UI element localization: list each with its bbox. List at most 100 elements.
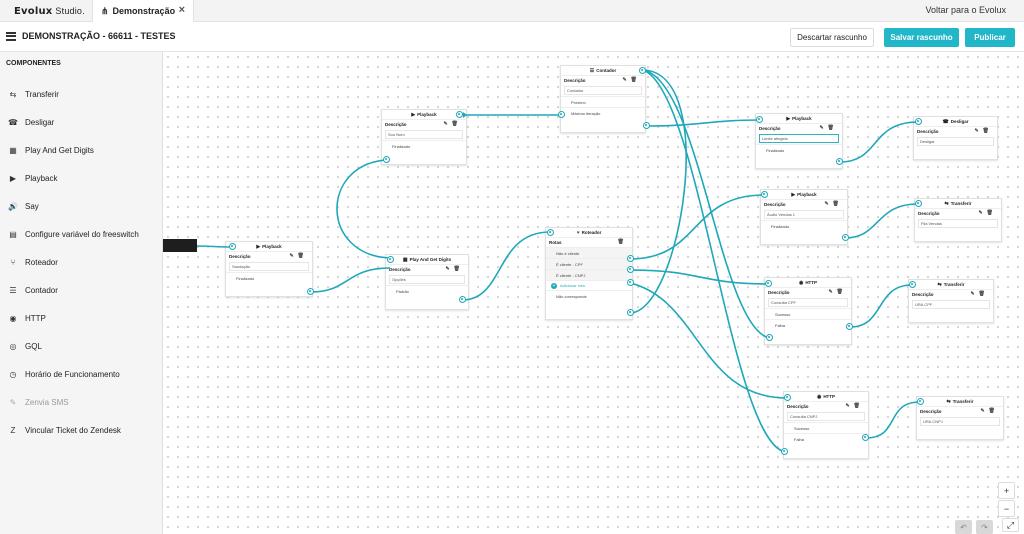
input-port[interactable] (639, 67, 646, 74)
node-description-field[interactable]: Contador (564, 86, 642, 95)
evolux-logo[interactable]: Evolux Studio. (0, 0, 90, 22)
edit-icon[interactable]: ✎ (622, 77, 630, 83)
edit-icon[interactable]: ✎ (978, 210, 986, 216)
input-port[interactable] (547, 229, 554, 236)
node-description-field[interactable]: Saudação (229, 262, 309, 271)
zoom-out-button[interactable]: − (998, 500, 1015, 517)
output-port[interactable] (627, 279, 634, 286)
trash-icon[interactable]: 🗑 (854, 403, 864, 409)
tab-demonstracao[interactable]: ⋔ Demonstração × (92, 0, 194, 22)
edit-icon[interactable]: ✎ (980, 408, 988, 414)
route-item[interactable]: É cliente - CNPJ (546, 269, 632, 280)
redo-button[interactable]: ↷ (976, 520, 993, 534)
output-port[interactable] (842, 234, 849, 241)
sidebar-item-configure-variavel[interactable]: ▤ Configure variável do freeswitch (0, 225, 163, 243)
edit-icon[interactable]: ✎ (819, 125, 827, 131)
input-port[interactable] (765, 280, 772, 287)
node-description-field[interactable]: URA CNPJ (920, 417, 1000, 426)
input-port[interactable] (915, 118, 922, 125)
node-http-cnpj[interactable]: ◉ HTTP Descrição ✎🗑 Consulta CNPJ Sucesso … (783, 391, 869, 459)
route-item[interactable]: É cliente - CPF (546, 258, 632, 269)
output-port[interactable] (846, 323, 853, 330)
node-description-field[interactable]: Limite atingido (759, 134, 839, 143)
edit-icon[interactable]: ✎ (445, 266, 453, 272)
node-roteador[interactable]: ⑂ Roteador Rotas 🗑 Não é cliente É cliente… (545, 227, 633, 320)
sidebar-item-playback[interactable]: ▶ Playback (0, 169, 163, 187)
edit-icon[interactable]: ✎ (824, 201, 832, 207)
trash-icon[interactable]: 🗑 (452, 121, 462, 127)
output-port[interactable] (558, 111, 565, 118)
sidebar-item-transferir[interactable]: ⇆ Transferir (0, 85, 163, 103)
node-description-field[interactable]: Desligar (917, 137, 994, 146)
node-description-field[interactable]: Consulta CPF (768, 298, 848, 307)
node-transferir-ura-cpf[interactable]: ⇆ Transferir Descrição ✎🗑 URA CPF (908, 279, 994, 323)
input-port[interactable] (915, 200, 922, 207)
trash-icon[interactable]: 🗑 (298, 253, 308, 259)
node-transferir-ura-cnpj[interactable]: ⇆ Transferir Descrição ✎🗑 URA CNPJ (916, 396, 1004, 440)
trash-icon[interactable]: 🗑 (631, 77, 641, 83)
edit-icon[interactable]: ✎ (974, 128, 982, 134)
edit-icon[interactable]: ✎ (443, 121, 451, 127)
trash-icon[interactable]: 🗑 (983, 128, 993, 134)
node-http-cpf[interactable]: ◉ HTTP Descrição ✎🗑 Consulta CPF Sucesso F… (764, 277, 852, 345)
route-item[interactable]: Não corresponde (546, 290, 632, 301)
edit-icon[interactable]: ✎ (289, 253, 297, 259)
trash-icon[interactable]: 🗑 (454, 266, 464, 272)
trash-icon[interactable]: 🗑 (987, 210, 997, 216)
trash-icon[interactable]: 🗑 (618, 239, 628, 245)
input-port[interactable] (456, 111, 463, 118)
edit-icon[interactable]: ✎ (828, 289, 836, 295)
node-description-field[interactable]: URA CPF (912, 300, 990, 309)
input-port[interactable] (909, 281, 916, 288)
node-description-field[interactable]: Consulta CNPJ (787, 412, 865, 421)
node-description-field[interactable]: Opções (389, 275, 465, 284)
trash-icon[interactable]: 🗑 (828, 125, 838, 131)
discard-draft-button[interactable]: Descartar rascunho (790, 28, 874, 47)
node-playback-audio-vendas[interactable]: ▶ Playback Descrição ✎🗑 Áudio Vendas 1 Fin… (760, 189, 848, 245)
fit-view-button[interactable]: ⤢ (1002, 518, 1019, 532)
trash-icon[interactable]: 🗑 (833, 201, 843, 207)
node-desligar[interactable]: ☎ Desligar Descrição ✎🗑 Desligar (913, 116, 998, 160)
node-play-and-get-digits[interactable]: ▦ Play And Get Digits Descrição ✎🗑 Opções … (385, 254, 469, 310)
output-port[interactable] (766, 334, 773, 341)
node-playback-limite[interactable]: ▶ Playback Descrição ✎🗑 Limite atingido Fi… (755, 113, 843, 169)
node-contador[interactable]: ☰ Contador Descrição ✎🗑 Contador Próximo M… (560, 65, 646, 133)
input-port[interactable] (387, 256, 394, 263)
node-description-field[interactable]: Sou Num (385, 130, 463, 139)
publish-button[interactable]: Publicar (965, 28, 1015, 47)
output-port[interactable] (627, 309, 634, 316)
sidebar-item-horario[interactable]: ◷ Horário de Funcionamento (0, 365, 163, 383)
edit-icon[interactable]: ✎ (970, 291, 978, 297)
output-port[interactable] (836, 158, 843, 165)
zoom-in-button[interactable]: + (998, 482, 1015, 499)
output-port[interactable] (307, 288, 314, 295)
sidebar-item-contador[interactable]: ☰ Contador (0, 281, 163, 299)
output-port[interactable] (459, 296, 466, 303)
node-playback-saudacao[interactable]: ▶ Playback Descrição ✎🗑 Saudação Finalizad… (225, 241, 313, 297)
back-to-evolux-link[interactable]: Voltar para o Evolux (925, 5, 1006, 15)
menu-icon[interactable] (6, 32, 16, 41)
sidebar-item-say[interactable]: 🔊 Say (0, 197, 163, 215)
sidebar-item-http[interactable]: ◉ HTTP (0, 309, 163, 327)
trash-icon[interactable]: 🗑 (989, 408, 999, 414)
close-icon[interactable]: × (179, 4, 185, 16)
input-port[interactable] (784, 394, 791, 401)
output-port[interactable] (627, 266, 634, 273)
sidebar-item-zendesk[interactable]: Z Vincular Ticket do Zendesk (0, 421, 163, 439)
trash-icon[interactable]: 🗑 (979, 291, 989, 297)
node-transferir-vendas[interactable]: ⇆ Transferir Descrição ✎🗑 Fila Vendas (914, 198, 1002, 242)
output-port[interactable] (781, 448, 788, 455)
output-port[interactable] (862, 434, 869, 441)
edit-icon[interactable]: ✎ (845, 403, 853, 409)
node-playback-sou-num[interactable]: ▶ Playback Descrição ✎🗑 Sou Num Finalizado (381, 109, 467, 165)
input-port[interactable] (917, 398, 924, 405)
undo-button[interactable]: ↶ (955, 520, 972, 534)
output-port[interactable] (627, 255, 634, 262)
input-port[interactable] (229, 243, 236, 250)
add-route-button[interactable]: + Adicionar rota (546, 280, 632, 290)
sidebar-item-desligar[interactable]: ☎ Desligar (0, 113, 163, 131)
input-port[interactable] (761, 191, 768, 198)
node-description-field[interactable]: Áudio Vendas 1 (764, 210, 844, 219)
sidebar-item-gql[interactable]: ◎ GQL (0, 337, 163, 355)
sidebar-item-play-and-get-digits[interactable]: ▦ Play And Get Digits (0, 141, 163, 159)
